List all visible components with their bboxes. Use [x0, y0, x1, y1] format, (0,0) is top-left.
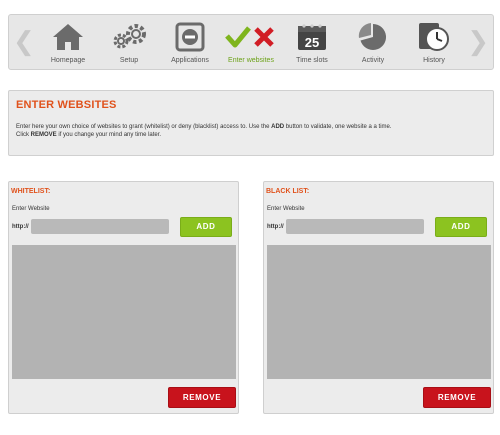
intro-line2-prefix: Click	[16, 132, 31, 138]
calendar-number: 25	[305, 35, 319, 50]
nav-item-enter-websites[interactable]: Enter websites	[220, 21, 282, 64]
nav-item-homepage[interactable]: Homepage	[37, 21, 99, 64]
intro-text: Enter here your own choice of websites t…	[16, 123, 486, 139]
nav-label-history: History	[423, 57, 445, 64]
whitelist-http-label: http://	[12, 224, 29, 230]
nav-item-applications[interactable]: Applications	[159, 21, 221, 64]
blacklist-title: BLACK LIST:	[266, 188, 310, 195]
pie-chart-icon	[358, 23, 387, 50]
home-icon	[53, 24, 83, 50]
whitelist-enter-label: Enter Website	[12, 206, 50, 212]
nav-label-homepage: Homepage	[50, 57, 86, 64]
gears-icon	[113, 24, 146, 49]
nav-prev-arrow-icon[interactable]: ❮	[13, 29, 35, 55]
intro-line2-bold: REMOVE	[30, 132, 57, 138]
nav-item-history[interactable]: History	[403, 21, 465, 64]
nav-label-time-slots: Time slots	[296, 57, 328, 64]
blacklist-list[interactable]	[267, 245, 491, 379]
intro-line1-suffix: button to validate, one website a a time…	[284, 124, 392, 130]
whitelist-panel: WHITELIST: Enter Website http:// ADD REM…	[8, 181, 239, 414]
blacklist-remove-button[interactable]: REMOVE	[423, 387, 491, 408]
nav-label-setup: Setup	[119, 57, 139, 64]
nav-item-time-slots[interactable]: 25 Time slots	[281, 21, 343, 64]
check-cross-icon	[225, 26, 274, 48]
intro-panel: ENTER WEBSITES Enter here your own choic…	[8, 90, 494, 156]
nav-label-activity: Activity	[361, 57, 385, 64]
intro-line2-suffix: if you change your mind any time later.	[56, 132, 162, 138]
nav-next-arrow-icon[interactable]: ❯	[467, 29, 489, 55]
nav-item-setup[interactable]: Setup	[98, 21, 160, 64]
nav-label-enter-websites: Enter websites	[228, 57, 274, 64]
calendar-icon: 25	[298, 24, 326, 50]
whitelist-url-input[interactable]	[31, 219, 169, 234]
minus-box-icon	[175, 22, 205, 52]
top-nav: ❮ Homepage Setup Applications Enter webs…	[8, 14, 494, 70]
blacklist-add-button[interactable]: ADD	[435, 217, 487, 237]
blacklist-panel: BLACK LIST: Enter Website http:// ADD RE…	[263, 181, 494, 414]
intro-line1-prefix: Enter here your own choice of websites t…	[16, 124, 272, 130]
whitelist-remove-button[interactable]: REMOVE	[168, 387, 236, 408]
nav-item-activity[interactable]: Activity	[342, 21, 404, 64]
clock-book-icon	[419, 23, 449, 51]
blacklist-http-label: http://	[267, 224, 284, 230]
blacklist-url-input[interactable]	[286, 219, 424, 234]
nav-label-applications: Applications	[171, 57, 209, 64]
intro-line1-bold: ADD	[271, 124, 285, 130]
whitelist-add-button[interactable]: ADD	[180, 217, 232, 237]
page-title: ENTER WEBSITES	[16, 99, 117, 111]
whitelist-list[interactable]	[12, 245, 236, 379]
blacklist-enter-label: Enter Website	[267, 206, 305, 212]
whitelist-title: WHITELIST:	[11, 188, 51, 195]
